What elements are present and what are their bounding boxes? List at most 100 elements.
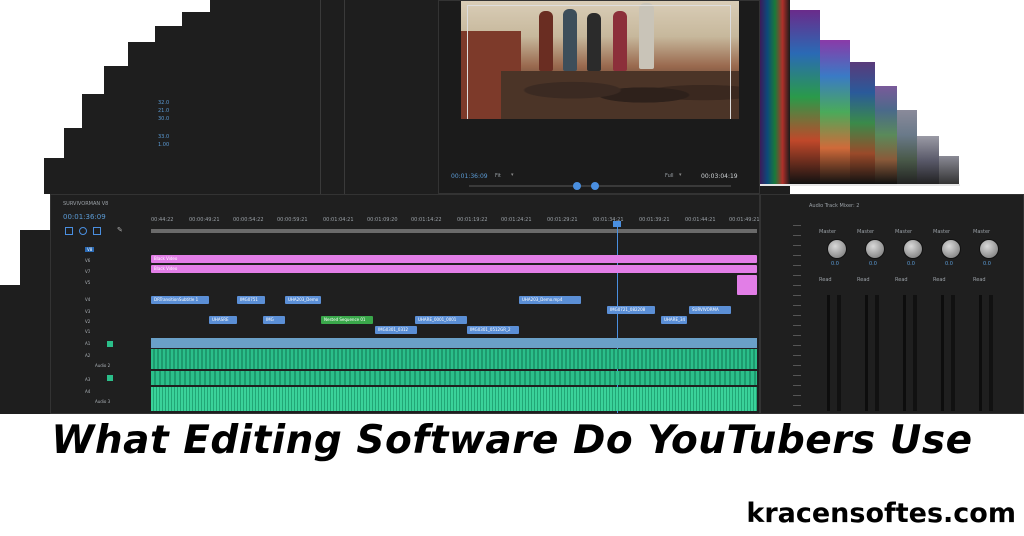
fit-dropdown[interactable]: Fit xyxy=(495,173,501,179)
pan-knob[interactable] xyxy=(865,239,885,259)
automation-mode[interactable]: Read xyxy=(857,277,870,283)
effects-panel-row xyxy=(155,26,438,42)
ruler-tick: 00:01:04:21 xyxy=(323,217,354,223)
audio-track-waveform[interactable] xyxy=(151,371,757,385)
pan-knob[interactable] xyxy=(903,239,923,259)
volume-fader[interactable] xyxy=(875,295,879,411)
chevron-down-icon[interactable]: ▾ xyxy=(511,172,514,178)
ruler-tick: 00:01:49:21 xyxy=(729,217,760,223)
video-clip[interactable]: UHARE_34 xyxy=(661,316,687,324)
track-v4[interactable]: V4 xyxy=(85,297,90,302)
track-v1[interactable]: V1 xyxy=(85,329,90,334)
ruler-tick: 00:01:24:21 xyxy=(501,217,532,223)
effects-panel-row xyxy=(104,66,438,94)
pan-knob[interactable] xyxy=(941,239,961,259)
level-meter xyxy=(941,295,944,411)
black-video-clip[interactable]: Black Video xyxy=(151,265,757,273)
level-meter xyxy=(865,295,868,411)
work-area-bar[interactable] xyxy=(151,229,757,233)
playhead-timecode[interactable]: 00:01:36:09 xyxy=(63,213,106,221)
pan-value[interactable]: 0.0 xyxy=(907,261,915,267)
lumetri-scope xyxy=(850,62,875,184)
scrubber-handle[interactable] xyxy=(591,182,599,190)
volume-fader[interactable] xyxy=(951,295,955,411)
pan-knob[interactable] xyxy=(827,239,847,259)
video-clip[interactable]: IMG0301_0312 xyxy=(375,326,417,334)
ruler-tick: 00:01:44:21 xyxy=(685,217,716,223)
video-clip[interactable]: IMG0751 xyxy=(237,296,265,304)
ruler-tick: 00:01:14:22 xyxy=(411,217,442,223)
quality-dropdown[interactable]: Full xyxy=(665,173,674,179)
audio-track-waveform[interactable] xyxy=(151,338,757,348)
ruler-tick: 00:00:59:21 xyxy=(277,217,308,223)
divider-line xyxy=(320,0,321,194)
program-timecode[interactable]: 00:01:36:09 xyxy=(451,173,488,180)
pan-value[interactable]: 0.0 xyxy=(945,261,953,267)
automation-mode[interactable]: Read xyxy=(933,277,946,283)
track-v2[interactable]: V2 xyxy=(85,319,90,324)
playhead-handle[interactable] xyxy=(613,221,621,227)
linked-selection-icon[interactable] xyxy=(79,227,87,235)
video-clip[interactable]: IMG xyxy=(263,316,285,324)
chevron-down-icon[interactable]: ▾ xyxy=(679,172,682,178)
lumetri-scope xyxy=(939,156,959,184)
effects-panel-row xyxy=(182,12,438,26)
black-video-clip[interactable]: Black Video xyxy=(151,255,757,263)
snap-icon[interactable] xyxy=(65,227,73,235)
param-value[interactable]: 21.0 xyxy=(158,108,169,114)
mute-button[interactable] xyxy=(107,375,113,381)
video-clip[interactable]: SURVIVORMA xyxy=(689,306,731,314)
nested-sequence-clip[interactable]: Nested Sequence 01 xyxy=(321,316,373,324)
monitor-scrubber[interactable] xyxy=(469,185,731,187)
video-clip[interactable]: DRTransitionSubtitle 1 xyxy=(151,296,209,304)
track-v8[interactable]: V8 xyxy=(85,247,95,252)
lumetri-scope xyxy=(917,136,939,184)
automation-mode[interactable]: Read xyxy=(973,277,986,283)
video-frame[interactable] xyxy=(461,1,739,119)
track-v3[interactable]: V3 xyxy=(85,309,90,314)
mixer-title[interactable]: Audio Track Mixer: 2 xyxy=(809,203,859,209)
audio-track-waveform[interactable] xyxy=(151,387,757,411)
volume-fader[interactable] xyxy=(989,295,993,411)
audio-track-waveform[interactable] xyxy=(151,349,757,369)
track-v7[interactable]: V7 xyxy=(85,269,90,274)
divider-line xyxy=(344,0,345,194)
marker-icon[interactable] xyxy=(93,227,101,235)
param-value[interactable]: 1.00 xyxy=(158,142,169,148)
param-value[interactable]: 32.0 xyxy=(158,100,169,106)
track-a1[interactable]: A1 xyxy=(85,341,90,346)
track-v6[interactable]: V6 xyxy=(85,258,90,263)
track-a3[interactable]: A3 xyxy=(85,377,90,382)
volume-fader[interactable] xyxy=(913,295,917,411)
pan-value[interactable]: 0.0 xyxy=(831,261,839,267)
volume-fader[interactable] xyxy=(837,295,841,411)
video-clip[interactable]: UHARE_0001_0001 xyxy=(415,316,467,324)
scrubber-handle[interactable] xyxy=(573,182,581,190)
track-a4[interactable]: A4 xyxy=(85,389,90,394)
time-ruler[interactable]: 00:44:22 00:00:49:21 00:00:54:22 00:00:5… xyxy=(151,213,760,227)
duration-timecode: 00:03:04:19 xyxy=(701,173,738,180)
track-a2-name: Audio 2 xyxy=(95,363,111,368)
automation-mode[interactable]: Read xyxy=(895,277,908,283)
video-clip[interactable]: UHA203_Demo.mp4 xyxy=(519,296,581,304)
track-v5[interactable]: V5 xyxy=(85,280,90,285)
lumetri-scope xyxy=(790,10,820,184)
mute-button[interactable] xyxy=(107,341,113,347)
param-value[interactable]: 30.0 xyxy=(158,116,169,122)
effects-panel-row xyxy=(128,42,438,66)
video-clip[interactable]: IMG0721_082208 xyxy=(607,306,655,314)
pan-value[interactable]: 0.0 xyxy=(869,261,877,267)
video-clip[interactable]: UHA203_Demo xyxy=(285,296,321,304)
track-a2[interactable]: A2 xyxy=(85,353,90,358)
wrench-icon[interactable]: ✎ xyxy=(117,226,123,234)
param-value[interactable]: 33.0 xyxy=(158,134,169,140)
program-monitor: 00:01:36:09 Fit ▾ Full ▾ 00:03:04:19 xyxy=(438,0,760,194)
video-clip[interactable]: UHASRE xyxy=(209,316,237,324)
pan-knob[interactable] xyxy=(979,239,999,259)
pan-value[interactable]: 0.0 xyxy=(983,261,991,267)
graphic-clip[interactable] xyxy=(737,275,757,295)
automation-mode[interactable]: Read xyxy=(819,277,832,283)
sequence-tab[interactable]: SURVIVORMAN V8 xyxy=(63,201,108,207)
video-clip[interactable]: IMG0301_0512GR_2 xyxy=(467,326,519,334)
track-a3-name: Audio 3 xyxy=(95,399,111,404)
